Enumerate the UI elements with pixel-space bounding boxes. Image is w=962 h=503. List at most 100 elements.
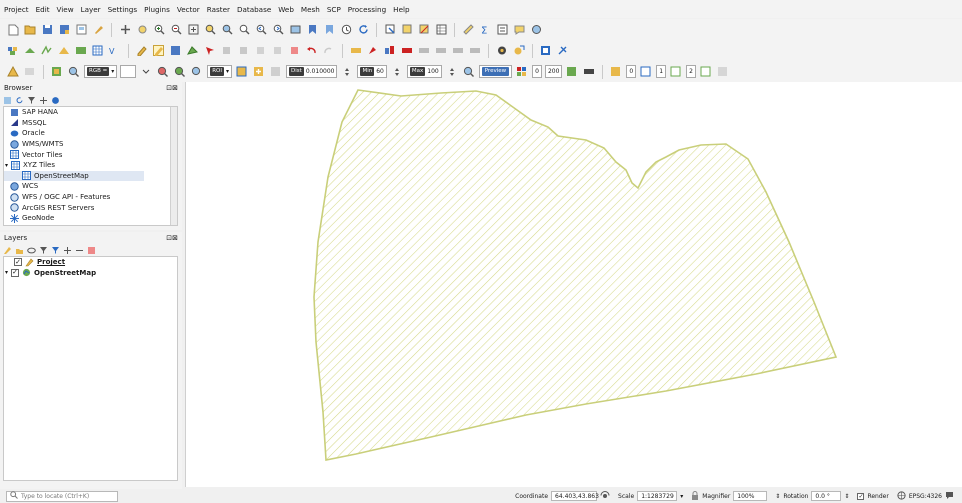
scp-roi-square-icon[interactable] — [235, 65, 249, 79]
collapse-all-icon[interactable] — [39, 96, 48, 105]
new-map-view-icon[interactable] — [288, 23, 302, 37]
label-change-icon[interactable] — [468, 44, 482, 58]
toggle-editing-icon[interactable] — [152, 44, 166, 58]
bookmark-icon[interactable] — [305, 23, 319, 37]
map-canvas[interactable] — [185, 82, 962, 487]
remove-layer-icon[interactable] — [87, 246, 96, 255]
spin-field-3[interactable]: 2 — [686, 65, 696, 78]
annotation-icon[interactable] — [512, 23, 526, 37]
refresh-icon[interactable] — [15, 96, 24, 105]
dropdown-chevron-icon[interactable] — [139, 65, 153, 79]
browser-item-oracle[interactable]: Oracle — [4, 128, 177, 139]
save-edits-icon[interactable] — [169, 44, 183, 58]
lock-icon[interactable] — [691, 490, 699, 502]
measure-icon[interactable] — [461, 23, 475, 37]
menu-view[interactable]: View — [57, 5, 74, 14]
size-spinbox[interactable]: 200 — [544, 65, 563, 78]
temp-layer-icon[interactable] — [74, 44, 88, 58]
redo-icon[interactable] — [322, 44, 336, 58]
virtual-layer-icon[interactable]: V — [108, 44, 122, 58]
menu-web[interactable]: Web — [278, 5, 294, 14]
style-manager-icon[interactable] — [91, 23, 105, 37]
zoom-next-icon[interactable] — [271, 23, 285, 37]
delete-selected-icon[interactable] — [288, 44, 302, 58]
show-bookmarks-icon[interactable] — [322, 23, 336, 37]
filter-legend-icon[interactable] — [39, 246, 48, 255]
zoom-native-icon[interactable] — [237, 23, 251, 37]
layer-visibility-checkbox[interactable]: ✓ — [14, 258, 22, 267]
filter-expression-icon[interactable] — [51, 246, 60, 255]
menu-project[interactable]: Project — [4, 5, 29, 14]
expand-arrow-icon[interactable]: ▾ — [5, 269, 8, 276]
add-group-icon[interactable] — [15, 246, 24, 255]
browser-item-sap-hana[interactable]: SAP HANA — [4, 107, 177, 118]
layer-item-project[interactable]: ✓ Project — [4, 257, 177, 268]
statistics-icon[interactable]: Σ — [478, 23, 492, 37]
scp-band-square2-icon[interactable] — [669, 65, 683, 79]
globe-icon[interactable] — [897, 490, 906, 502]
layer-item-openstreetmap[interactable]: ▾ ✓ OpenStreetMap — [4, 268, 177, 279]
scp-redo-icon[interactable] — [565, 65, 579, 79]
add-selected-icon[interactable] — [3, 96, 12, 105]
max-spinbox[interactable]: Max 100 — [406, 65, 442, 78]
menu-database[interactable]: Database — [237, 5, 271, 14]
browser-item-arcgis[interactable]: ArcGIS REST Servers — [4, 202, 177, 213]
zoom-selection-icon[interactable] — [203, 23, 217, 37]
expand-all-icon[interactable] — [63, 246, 72, 255]
layer-styling-icon[interactable] — [3, 246, 12, 255]
new-layer-icon[interactable] — [57, 44, 71, 58]
menu-edit[interactable]: Edit — [36, 5, 50, 14]
zoom-last-icon[interactable] — [254, 23, 268, 37]
browser-item-vector-tiles[interactable]: Vector Tiles — [4, 149, 177, 160]
scp-input-image-icon[interactable] — [50, 65, 64, 79]
plugin-a-icon[interactable] — [495, 44, 509, 58]
menu-plugins[interactable]: Plugins — [144, 5, 170, 14]
menu-vector[interactable]: Vector — [177, 5, 200, 14]
menu-layer[interactable]: Layer — [81, 5, 101, 14]
scp-dock-icon[interactable] — [6, 65, 20, 79]
browser-item-openstreetmap[interactable]: OpenStreetMap — [4, 170, 144, 182]
menu-processing[interactable]: Processing — [348, 5, 386, 14]
save-as-icon[interactable] — [57, 23, 71, 37]
zoom-layer-icon[interactable] — [220, 23, 234, 37]
menu-scp[interactable]: SCP — [327, 5, 341, 14]
scp-roi-zoom2-icon[interactable] — [173, 65, 187, 79]
scp-zoom-icon[interactable] — [67, 65, 81, 79]
plugin-c-icon[interactable] — [539, 44, 553, 58]
save-icon[interactable] — [40, 23, 54, 37]
browser-item-wfs[interactable]: WFS / OGC API - Features — [4, 192, 177, 203]
layout-icon[interactable] — [74, 23, 88, 37]
coordinate-field[interactable]: 64.403,43.863 — [551, 491, 599, 501]
zoom-out-icon[interactable] — [169, 23, 183, 37]
label-show-icon[interactable] — [417, 44, 431, 58]
spin-arrows-icon[interactable]: ⇕ — [844, 493, 849, 500]
locator-search[interactable]: Type to locate (Ctrl+K) — [6, 490, 118, 502]
messages-icon[interactable] — [945, 491, 954, 502]
browser-item-wcs[interactable]: WCS — [4, 181, 177, 192]
grid-layer-icon[interactable] — [91, 44, 105, 58]
attribute-table-icon[interactable] — [434, 23, 448, 37]
properties-icon[interactable] — [51, 96, 60, 105]
select-features-icon[interactable] — [400, 23, 414, 37]
diagram-icon[interactable] — [383, 44, 397, 58]
label-highlight-icon[interactable] — [400, 44, 414, 58]
digitize-icon[interactable] — [186, 44, 200, 58]
band-spinbox[interactable]: 0 — [532, 65, 542, 78]
spin-arrows-icon[interactable] — [340, 65, 354, 79]
rgb-combo[interactable]: RGB = ▾ — [84, 65, 118, 78]
scp-band-square-icon[interactable] — [639, 65, 653, 79]
calculator-icon[interactable] — [495, 23, 509, 37]
menu-mesh[interactable]: Mesh — [301, 5, 320, 14]
scp-band-square3-icon[interactable] — [699, 65, 713, 79]
browser-item-xyz-tiles[interactable]: ▾ XYZ Tiles — [4, 160, 177, 171]
scale-field[interactable]: 1:1283729 — [637, 491, 678, 501]
current-edits-icon[interactable] — [135, 44, 149, 58]
zoom-in-icon[interactable] — [152, 23, 166, 37]
spin-arrows-icon[interactable]: ⇕ — [775, 493, 780, 500]
scp-plus-icon[interactable] — [252, 65, 266, 79]
scp-tool-icon[interactable] — [582, 65, 596, 79]
menu-help[interactable]: Help — [393, 5, 409, 14]
identify-icon[interactable] — [383, 23, 397, 37]
add-layer-icon[interactable] — [23, 44, 37, 58]
label-move-icon[interactable] — [434, 44, 448, 58]
